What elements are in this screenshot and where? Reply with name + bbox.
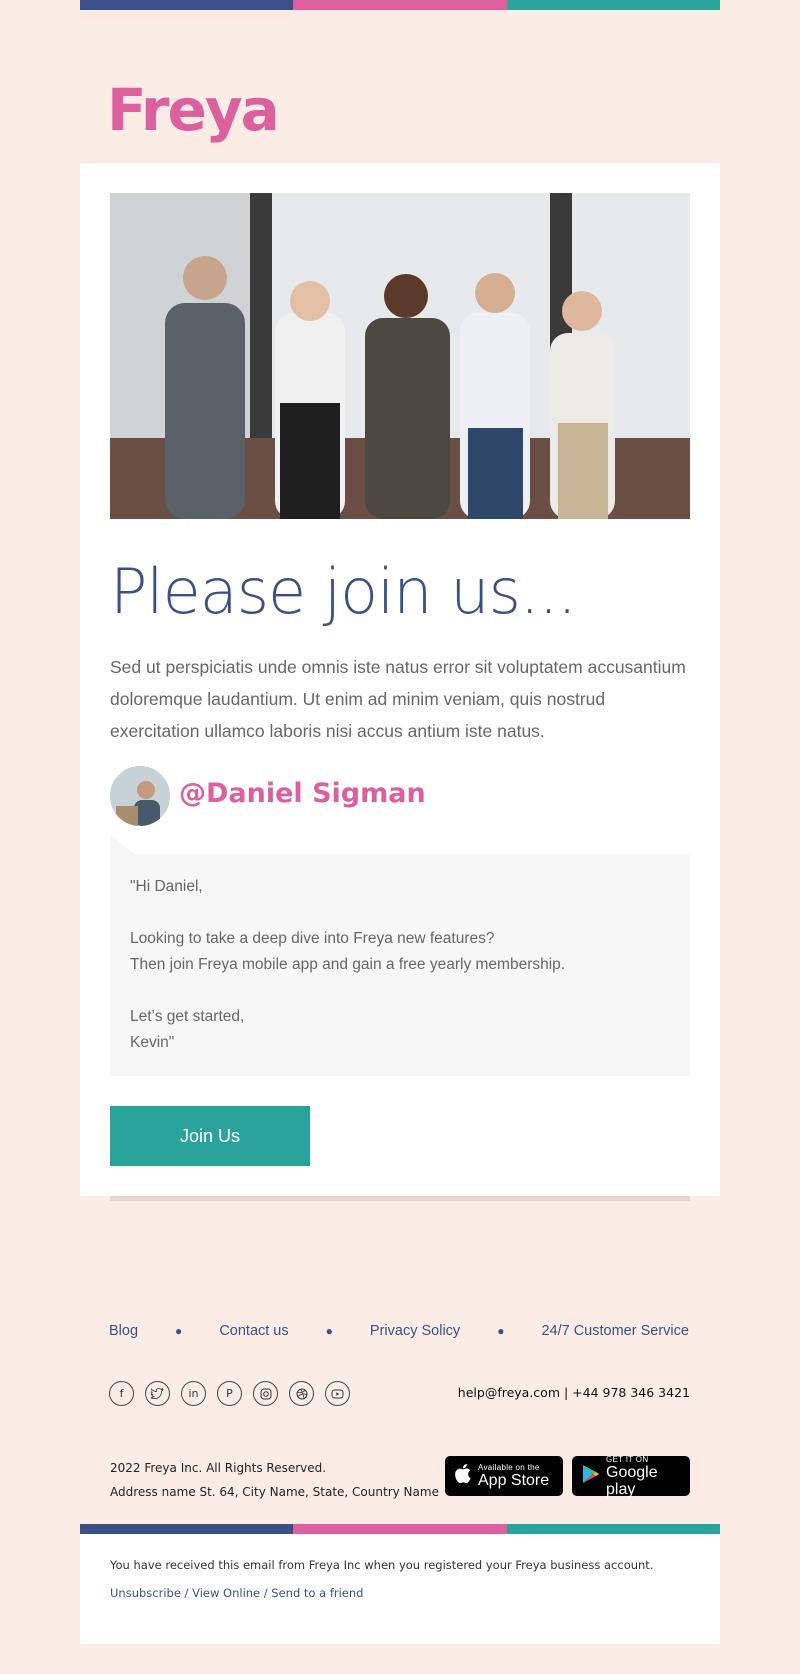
app-store-badge[interactable]: Available on the App Store: [445, 1456, 563, 1496]
card-shadow: [110, 1196, 690, 1201]
email-card: Please join us... Sed ut perspiciatis un…: [80, 163, 720, 1196]
app-store-big: App Store: [478, 1472, 550, 1489]
facebook-icon[interactable]: f: [109, 1381, 134, 1406]
copyright: 2022 Freya Inc. All Rights Reserved.: [110, 1461, 327, 1475]
footer-link-support[interactable]: 24/7 Customer Service: [541, 1323, 688, 1339]
quote-box: "Hi Daniel, Looking to take a deep dive …: [110, 854, 690, 1076]
pinterest-icon[interactable]: P: [217, 1381, 242, 1406]
youtube-icon[interactable]: [325, 1381, 350, 1406]
separator-dot: ●: [497, 1324, 505, 1338]
quote-line: Then join Freya mobile app and gain a fr…: [130, 956, 566, 973]
top-color-stripe: [80, 0, 720, 10]
contact-info: help@freya.com | +44 978 346 3421: [457, 1385, 690, 1400]
footer-notice: You have received this email from Freya …: [80, 1534, 720, 1644]
join-us-button[interactable]: Join Us: [110, 1106, 310, 1166]
quote-line: Looking to take a deep dive into Freya n…: [130, 930, 495, 947]
bottom-color-stripe: [80, 1524, 720, 1534]
intro-text: Sed ut perspiciatis unde omnis iste natu…: [110, 657, 686, 741]
brand-logo[interactable]: Freya: [107, 76, 280, 144]
quote-line: [130, 900, 670, 926]
separator-dot: ●: [175, 1324, 183, 1338]
footer-nav: Blog ● Contact us ● Privacy Solicy ● 24/…: [109, 1323, 689, 1339]
notice-text: You have received this email from Freya …: [110, 1558, 654, 1572]
author-handle[interactable]: @Daniel Sigman: [179, 778, 426, 809]
google-play-badge[interactable]: GET IT ON Google play: [572, 1454, 690, 1498]
app-store-small: Available on the: [478, 1463, 540, 1472]
apple-icon: [455, 1464, 471, 1488]
separator-dot: ●: [325, 1324, 333, 1338]
twitter-icon[interactable]: [145, 1381, 170, 1406]
legal-info: 2022 Freya Inc. All Rights Reserved. Add…: [110, 1456, 439, 1504]
headline: Please join us...: [110, 555, 577, 628]
footer-link-contact[interactable]: Contact us: [219, 1323, 288, 1339]
footer-action-links[interactable]: Unsubscribe / View Online / Send to a fr…: [110, 1586, 690, 1600]
quote-notch: [110, 834, 134, 854]
quote-line: [130, 978, 670, 1004]
avatar: [110, 766, 170, 826]
address: Address name St. 64, City Name, State, C…: [110, 1485, 439, 1499]
google-play-small: GET IT ON: [606, 1454, 649, 1464]
quote-line: "Hi Daniel,: [130, 878, 203, 895]
hero-team-photo: [110, 193, 690, 519]
footer-link-blog[interactable]: Blog: [109, 1323, 138, 1339]
dribbble-icon[interactable]: [289, 1381, 314, 1406]
google-play-big: Google play: [606, 1463, 658, 1498]
quote-line: Kevin": [130, 1034, 175, 1051]
linkedin-icon[interactable]: in: [181, 1381, 206, 1406]
social-links: f in P: [109, 1381, 350, 1406]
instagram-icon[interactable]: [253, 1381, 278, 1406]
google-play-icon: [582, 1464, 600, 1489]
quote-line: Let’s get started,: [130, 1008, 245, 1025]
footer-link-privacy[interactable]: Privacy Solicy: [370, 1323, 460, 1339]
